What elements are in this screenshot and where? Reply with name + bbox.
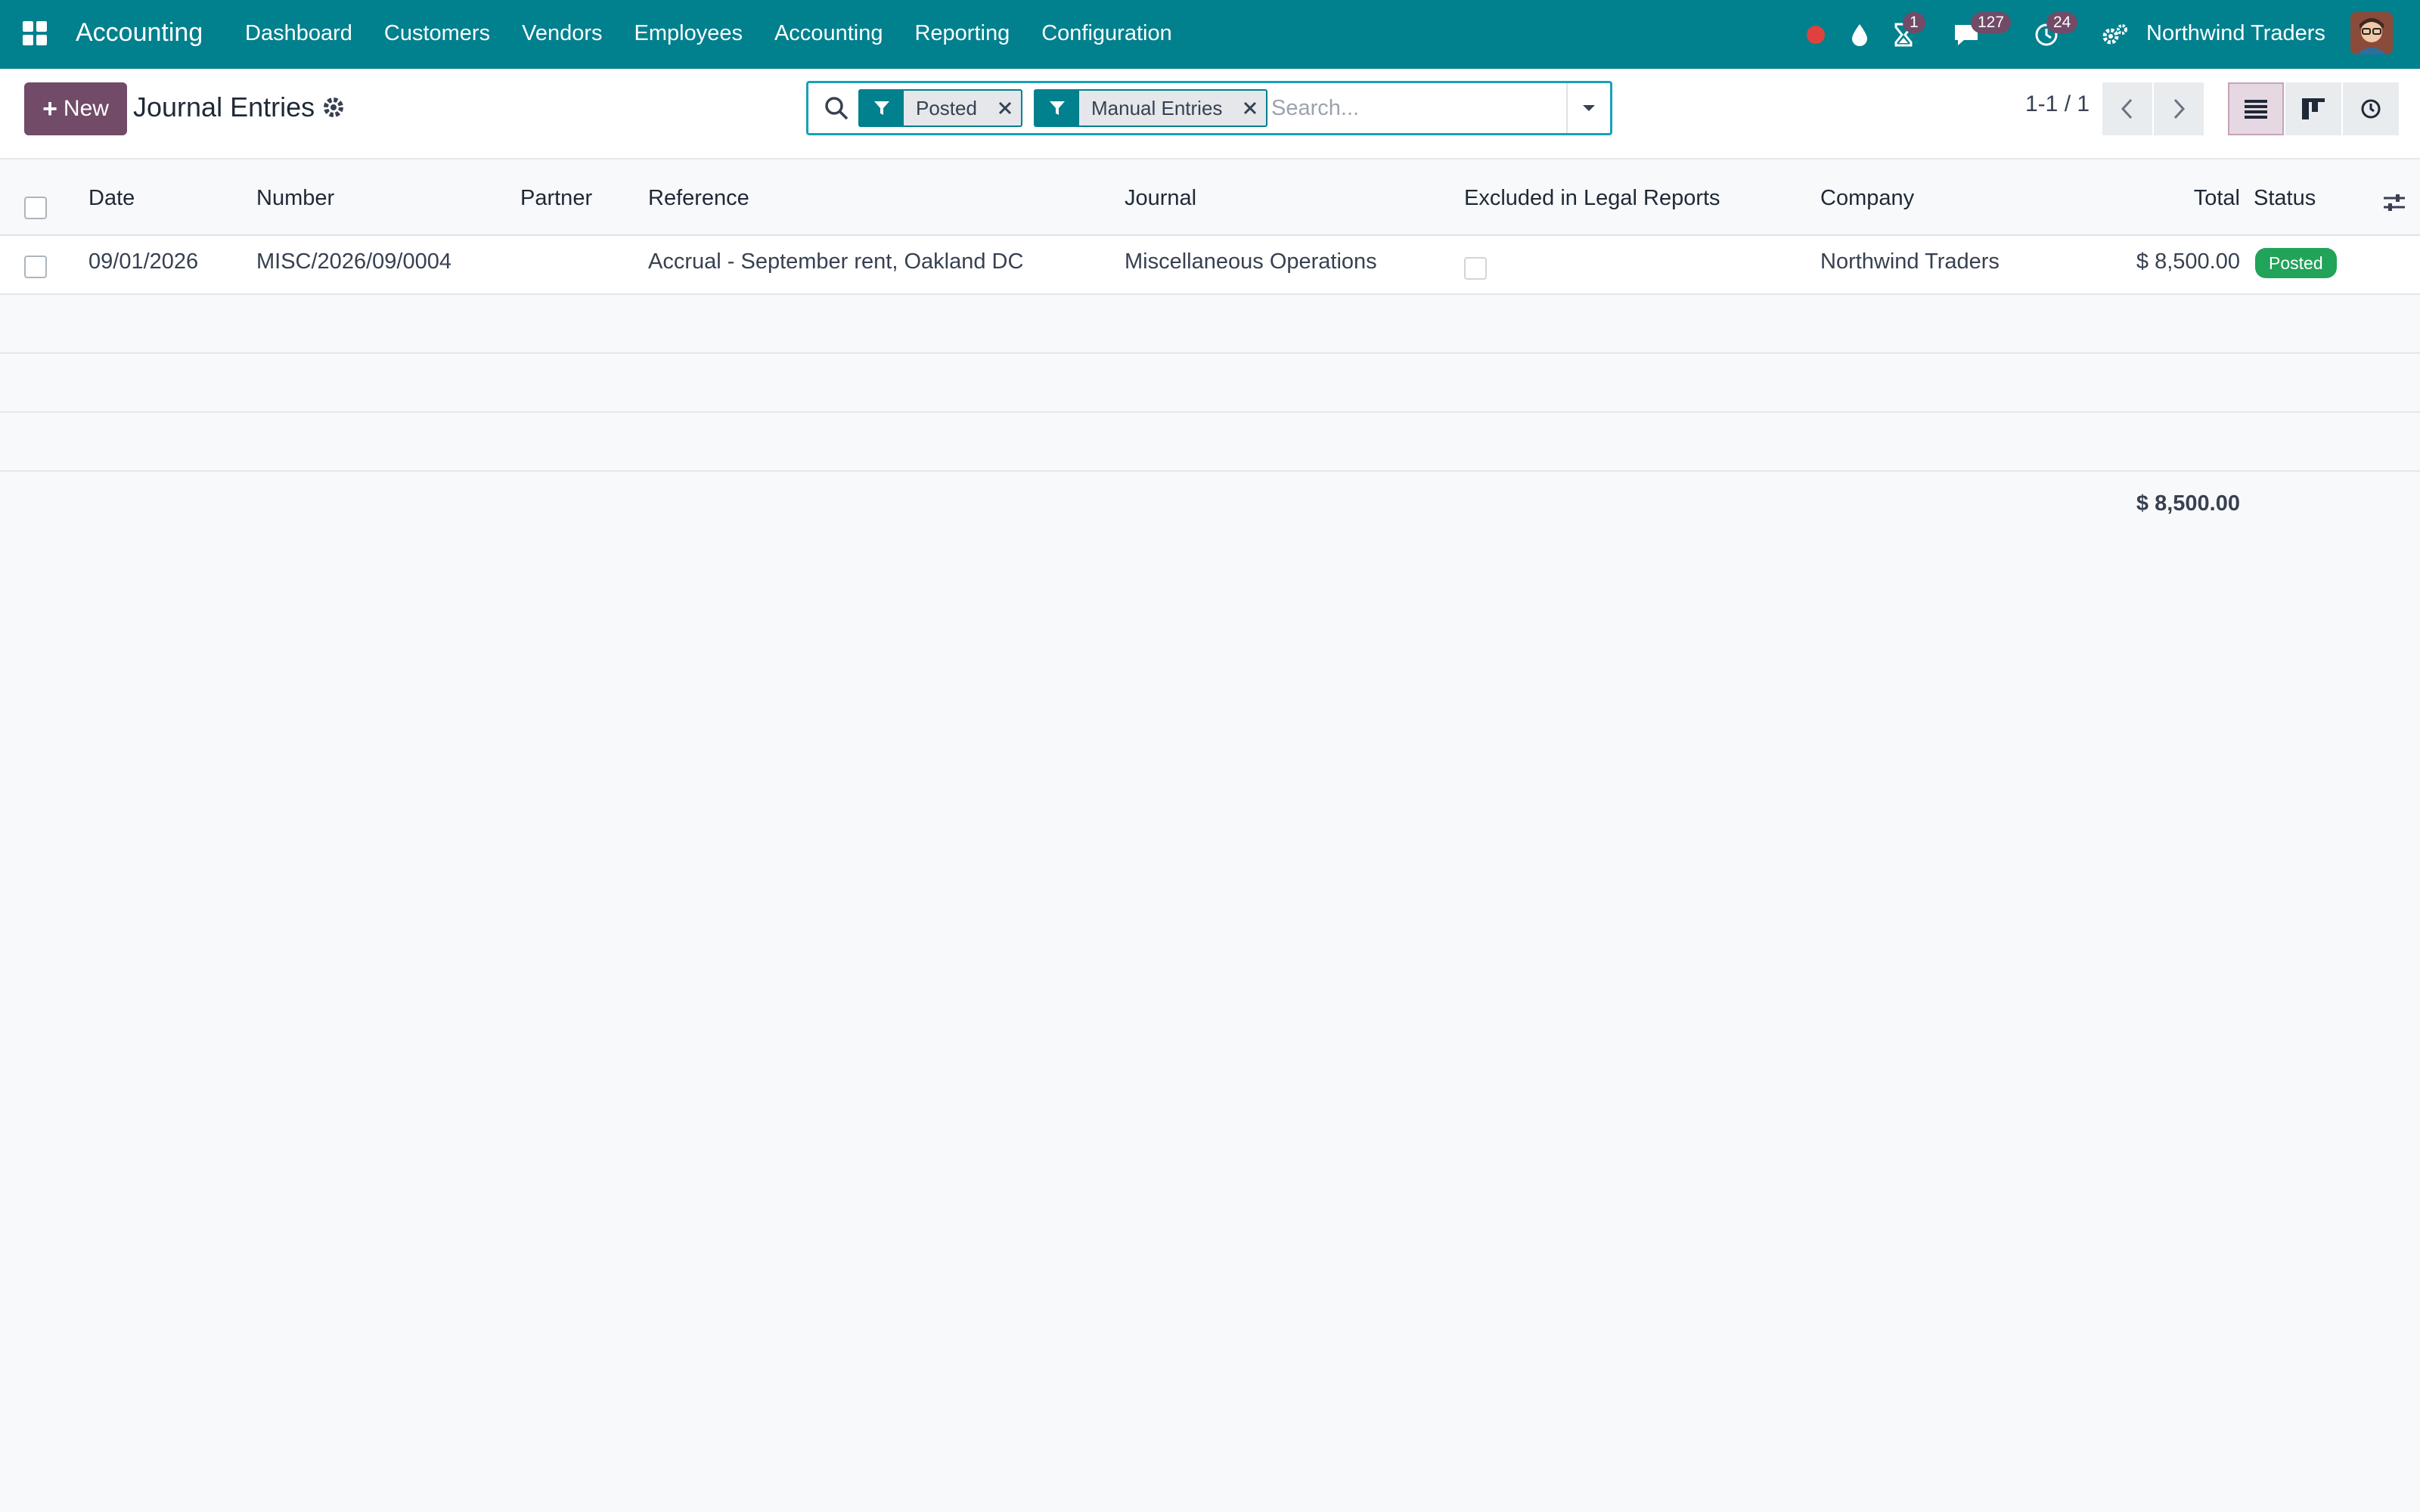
column-status[interactable]: Status — [2254, 186, 2316, 211]
filter-icon — [1035, 91, 1079, 125]
messages-badge: 127 — [1971, 12, 2012, 33]
drop-icon[interactable] — [1847, 0, 1872, 69]
table-row[interactable]: 09/01/2026 MISC/2026/09/0004 Accrual - S… — [0, 236, 2420, 295]
avatar[interactable] — [2350, 12, 2393, 54]
clock-badge: 24 — [2046, 12, 2078, 33]
app-name[interactable]: Accounting — [76, 18, 203, 48]
apps-grid-icon[interactable] — [21, 20, 48, 47]
company-switcher[interactable]: Northwind Traders — [2146, 21, 2325, 46]
pager-next-button[interactable] — [2154, 82, 2204, 135]
menu-employees[interactable]: Employees — [634, 21, 743, 46]
chat-icon[interactable] — [1951, 0, 1981, 69]
optional-columns-icon[interactable] — [2382, 192, 2406, 217]
main-menu: Dashboard Customers Vendors Employees Ac… — [245, 21, 1204, 46]
clock-icon — [2361, 99, 2381, 119]
activity-view-button[interactable] — [2343, 82, 2399, 135]
top-navbar: Accounting Dashboard Customers Vendors E… — [0, 0, 2420, 69]
column-date[interactable]: Date — [88, 186, 135, 211]
search-input[interactable] — [1271, 89, 1574, 127]
page-title: Journal Entries — [133, 91, 315, 122]
row-checkbox[interactable] — [24, 256, 47, 278]
recording-dot-icon[interactable] — [1803, 0, 1829, 69]
new-button[interactable]: + New — [24, 82, 127, 135]
close-icon[interactable] — [989, 91, 1021, 125]
cell-journal: Miscellaneous Operations — [1125, 249, 1377, 274]
menu-reporting[interactable]: Reporting — [914, 21, 1010, 46]
menu-dashboard[interactable]: Dashboard — [245, 21, 352, 46]
grand-total: $ 8,500.00 — [2136, 491, 2240, 516]
pager-value[interactable]: 1-1 / 1 — [2025, 91, 2090, 117]
facet-posted: Posted — [858, 89, 1022, 127]
search-bar: Posted Manual Entries — [806, 81, 1612, 135]
menu-customers[interactable]: Customers — [384, 21, 490, 46]
list-icon — [2245, 100, 2267, 119]
empty-row — [0, 295, 2420, 354]
table-header: Date Number Partner Reference Journal Ex… — [0, 175, 2420, 236]
clock-icon[interactable] — [2033, 0, 2060, 69]
hourglass-icon[interactable] — [1891, 0, 1916, 69]
pager-previous-button[interactable] — [2102, 82, 2152, 135]
control-panel: + New Journal Entries Posted Manual Entr… — [0, 69, 2420, 160]
cell-company: Northwind Traders — [1820, 249, 2000, 274]
cell-total: $ 8,500.00 — [2136, 249, 2240, 274]
plus-icon: + — [42, 94, 57, 123]
column-excluded-legal-reports[interactable]: Excluded in Legal Reports — [1464, 186, 1720, 211]
caret-down-icon[interactable] — [1566, 83, 1610, 133]
menu-accounting[interactable]: Accounting — [774, 21, 883, 46]
settings-icon[interactable] — [2101, 0, 2130, 69]
menu-configuration[interactable]: Configuration — [1041, 21, 1172, 46]
search-icon[interactable] — [822, 94, 851, 122]
cell-date: 09/01/2026 — [88, 249, 199, 274]
chevron-right-icon — [2173, 98, 2186, 119]
menu-vendors[interactable]: Vendors — [522, 21, 602, 46]
gear-icon[interactable] — [321, 94, 346, 120]
cell-number: MISC/2026/09/0004 — [256, 249, 451, 274]
list-view-button[interactable] — [2228, 82, 2284, 135]
select-all-checkbox[interactable] — [24, 197, 47, 219]
column-number[interactable]: Number — [256, 186, 334, 211]
column-journal[interactable]: Journal — [1125, 186, 1196, 211]
chevron-left-icon — [2121, 98, 2133, 119]
status-badge: Posted — [2255, 248, 2337, 278]
column-company[interactable]: Company — [1820, 186, 1914, 211]
kanban-view-button[interactable] — [2285, 82, 2341, 135]
new-button-label: New — [63, 96, 109, 121]
close-icon[interactable] — [1234, 91, 1266, 125]
facet-label: Posted — [916, 96, 977, 119]
facet-manual-entries: Manual Entries — [1034, 89, 1268, 127]
activity-badge: 1 — [1903, 12, 1925, 33]
column-partner[interactable]: Partner — [520, 186, 592, 211]
cell-reference: Accrual - September rent, Oakland DC — [648, 249, 1024, 274]
empty-row — [0, 354, 2420, 413]
column-total[interactable]: Total — [2042, 186, 2240, 211]
kanban-icon — [2302, 98, 2325, 119]
column-reference[interactable]: Reference — [648, 186, 749, 211]
journal-entries-table: Date Number Partner Reference Journal Ex… — [0, 175, 2420, 472]
empty-row — [0, 413, 2420, 472]
excluded-checkbox — [1464, 257, 1487, 280]
filter-icon — [860, 91, 904, 125]
facet-label: Manual Entries — [1091, 96, 1223, 119]
